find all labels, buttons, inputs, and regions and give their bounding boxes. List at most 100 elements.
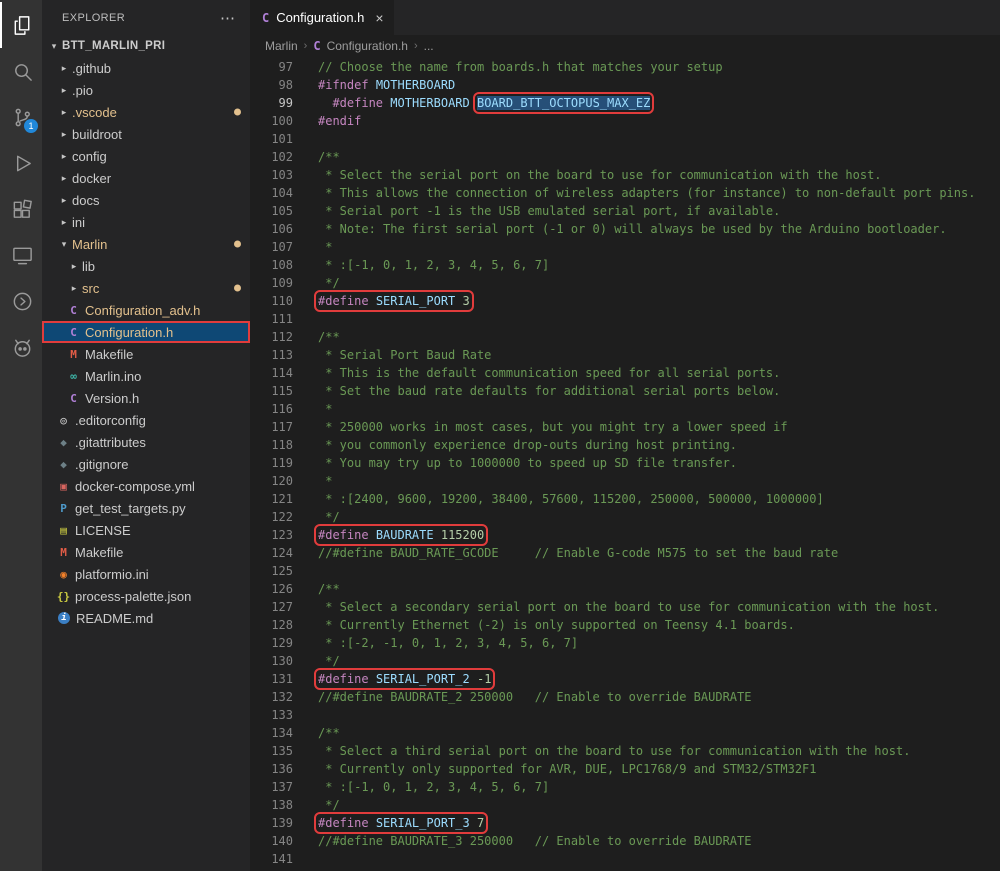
- more-actions-icon[interactable]: ⋯: [220, 9, 236, 27]
- tree-item-docker[interactable]: ▸docker: [42, 167, 250, 189]
- code-line-100[interactable]: 100#endif: [250, 112, 1000, 130]
- code-line-97[interactable]: 97// Choose the name from boards.h that …: [250, 58, 1000, 76]
- run-and-debug-icon[interactable]: [0, 140, 42, 186]
- code-line-102[interactable]: 102/**: [250, 148, 1000, 166]
- tree-item--gitattributes[interactable]: ◆.gitattributes: [42, 431, 250, 453]
- code-line-131[interactable]: 131#define SERIAL_PORT_2 -1: [250, 670, 1000, 688]
- tree-item-docker-compose-yml[interactable]: ▣docker-compose.yml: [42, 475, 250, 497]
- tree-item-makefile[interactable]: MMakefile: [42, 343, 250, 365]
- search-icon[interactable]: [0, 48, 42, 94]
- remote-explorer-icon[interactable]: [0, 232, 42, 278]
- tree-item--github[interactable]: ▸.github: [42, 57, 250, 79]
- tree-item-ini[interactable]: ▸ini: [42, 211, 250, 233]
- tree-item-config[interactable]: ▸config: [42, 145, 250, 167]
- breadcrumb-item-marlin[interactable]: Marlin: [265, 39, 298, 53]
- code-line-109[interactable]: 109 */: [250, 274, 1000, 292]
- tree-item-buildroot[interactable]: ▸buildroot: [42, 123, 250, 145]
- source-control-icon[interactable]: 1: [0, 94, 42, 140]
- line-number: 103: [250, 166, 293, 184]
- line-text: [293, 850, 318, 868]
- tree-item-marlin[interactable]: ▾Marlin: [42, 233, 250, 255]
- code-line-114[interactable]: 114 * This is the default communication …: [250, 364, 1000, 382]
- code-line-134[interactable]: 134/**: [250, 724, 1000, 742]
- code-line-133[interactable]: 133: [250, 706, 1000, 724]
- code-line-138[interactable]: 138 */: [250, 796, 1000, 814]
- code-line-104[interactable]: 104 * This allows the connection of wire…: [250, 184, 1000, 202]
- tree-item-get-test-targets-py[interactable]: Pget_test_targets.py: [42, 497, 250, 519]
- tree-item-src[interactable]: ▸src: [42, 277, 250, 299]
- code-line-106[interactable]: 106 * Note: The first serial port (-1 or…: [250, 220, 1000, 238]
- tree-item--gitignore[interactable]: ◆.gitignore: [42, 453, 250, 475]
- tree-item-version-h[interactable]: CVersion.h: [42, 387, 250, 409]
- live-share-icon[interactable]: [0, 278, 42, 324]
- tree-item--pio[interactable]: ▸.pio: [42, 79, 250, 101]
- line-text: #define MOTHERBOARD BOARD_BTT_OCTOPUS_MA…: [293, 94, 650, 112]
- code-line-108[interactable]: 108 * :[-1, 0, 1, 2, 3, 4, 5, 6, 7]: [250, 256, 1000, 274]
- code-line-120[interactable]: 120 *: [250, 472, 1000, 490]
- code-line-115[interactable]: 115 * Set the baud rate defaults for add…: [250, 382, 1000, 400]
- code-editor[interactable]: 97// Choose the name from boards.h that …: [250, 57, 1000, 871]
- code-line-116[interactable]: 116 *: [250, 400, 1000, 418]
- code-line-112[interactable]: 112/**: [250, 328, 1000, 346]
- code-line-136[interactable]: 136 * Currently only supported for AVR, …: [250, 760, 1000, 778]
- code-line-140[interactable]: 140//#define BAUDRATE_3 250000 // Enable…: [250, 832, 1000, 850]
- line-number: 129: [250, 634, 293, 652]
- code-line-98[interactable]: 98#ifndef MOTHERBOARD: [250, 76, 1000, 94]
- code-line-103[interactable]: 103 * Select the serial port on the boar…: [250, 166, 1000, 184]
- c-file-icon: C: [313, 39, 320, 53]
- code-line-105[interactable]: 105 * Serial port -1 is the USB emulated…: [250, 202, 1000, 220]
- code-line-137[interactable]: 137 * :[-1, 0, 1, 2, 3, 4, 5, 6, 7]: [250, 778, 1000, 796]
- code-line-122[interactable]: 122 */: [250, 508, 1000, 526]
- code-line-141[interactable]: 141: [250, 850, 1000, 868]
- tree-item-readme-md[interactable]: iREADME.md: [42, 607, 250, 629]
- tree-item--editorconfig[interactable]: ◎.editorconfig: [42, 409, 250, 431]
- code-line-119[interactable]: 119 * You may try up to 1000000 to speed…: [250, 454, 1000, 472]
- explorer-icon[interactable]: [0, 2, 42, 48]
- tree-item--vscode[interactable]: ▸.vscode: [42, 101, 250, 123]
- code-line-107[interactable]: 107 *: [250, 238, 1000, 256]
- line-number: 121: [250, 490, 293, 508]
- tree-item-label: .gitignore: [75, 457, 128, 472]
- breadcrumb-item-file[interactable]: Configuration.h: [327, 39, 408, 53]
- tree-item-marlin-ino[interactable]: ∞Marlin.ino: [42, 365, 250, 387]
- tree-item-lib[interactable]: ▸lib: [42, 255, 250, 277]
- annotation-box: #define SERIAL_PORT_3 7: [318, 816, 484, 830]
- code-line-130[interactable]: 130 */: [250, 652, 1000, 670]
- tree-item-btt-marlin-pri[interactable]: ▾BTT_MARLIN_PRI: [42, 35, 250, 57]
- code-line-132[interactable]: 132//#define BAUDRATE_2 250000 // Enable…: [250, 688, 1000, 706]
- tree-item-configuration-adv-h[interactable]: CConfiguration_adv.h: [42, 299, 250, 321]
- tree-item-label: Marlin.ino: [85, 369, 141, 384]
- breadcrumb-item-more[interactable]: ...: [424, 39, 434, 53]
- tree-item-process-palette-json[interactable]: {}process-palette.json: [42, 585, 250, 607]
- extensions-icon[interactable]: [0, 186, 42, 232]
- code-line-121[interactable]: 121 * :[2400, 9600, 19200, 38400, 57600,…: [250, 490, 1000, 508]
- chevron-right-icon: ›: [304, 40, 308, 52]
- code-line-111[interactable]: 111: [250, 310, 1000, 328]
- code-line-118[interactable]: 118 * you commonly experience drop-outs …: [250, 436, 1000, 454]
- code-line-125[interactable]: 125: [250, 562, 1000, 580]
- close-icon[interactable]: ×: [375, 10, 383, 26]
- code-line-99[interactable]: 99 #define MOTHERBOARD BOARD_BTT_OCTOPUS…: [250, 94, 1000, 112]
- code-line-123[interactable]: 123#define BAUDRATE 115200: [250, 526, 1000, 544]
- tree-item-platformio-ini[interactable]: ◉platformio.ini: [42, 563, 250, 585]
- line-number: 97: [250, 58, 293, 76]
- tree-item-docs[interactable]: ▸docs: [42, 189, 250, 211]
- code-line-124[interactable]: 124//#define BAUD_RATE_GCODE // Enable G…: [250, 544, 1000, 562]
- code-line-135[interactable]: 135 * Select a third serial port on the …: [250, 742, 1000, 760]
- code-line-127[interactable]: 127 * Select a secondary serial port on …: [250, 598, 1000, 616]
- code-line-128[interactable]: 128 * Currently Ethernet (-2) is only su…: [250, 616, 1000, 634]
- platformio-icon[interactable]: [0, 324, 42, 370]
- tree-item-license[interactable]: ▤LICENSE: [42, 519, 250, 541]
- tree-item-makefile[interactable]: MMakefile: [42, 541, 250, 563]
- code-line-126[interactable]: 126/**: [250, 580, 1000, 598]
- chevron-down-icon: ▾: [56, 239, 72, 250]
- modified-dot-badge: [234, 109, 241, 116]
- tree-item-configuration-h[interactable]: CConfiguration.h: [42, 321, 250, 343]
- code-line-129[interactable]: 129 * :[-2, -1, 0, 1, 2, 3, 4, 5, 6, 7]: [250, 634, 1000, 652]
- code-line-139[interactable]: 139#define SERIAL_PORT_3 7: [250, 814, 1000, 832]
- code-line-101[interactable]: 101: [250, 130, 1000, 148]
- code-line-113[interactable]: 113 * Serial Port Baud Rate: [250, 346, 1000, 364]
- code-line-117[interactable]: 117 * 250000 works in most cases, but yo…: [250, 418, 1000, 436]
- tab-configuration-h[interactable]: C Configuration.h ×: [250, 0, 394, 35]
- code-line-110[interactable]: 110#define SERIAL_PORT 3: [250, 292, 1000, 310]
